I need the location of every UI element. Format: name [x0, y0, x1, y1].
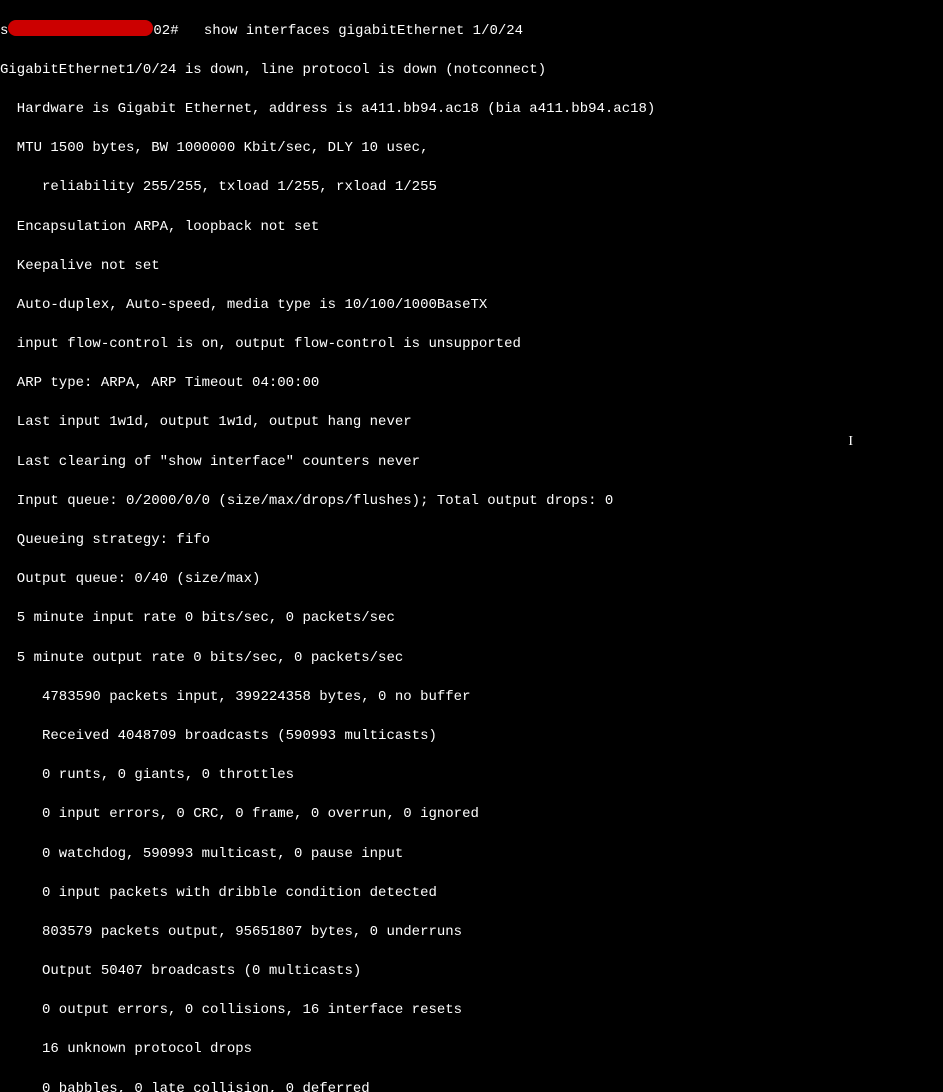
output-line: 0 babbles, 0 late collision, 0 deferred [0, 1080, 943, 1092]
output-line: 803579 packets output, 95651807 bytes, 0… [0, 923, 943, 943]
command-text: show interfaces gigabitEthernet 1/0/24 [179, 23, 523, 39]
output-line: 0 input packets with dribble condition d… [0, 884, 943, 904]
output-line: Auto-duplex, Auto-speed, media type is 1… [0, 296, 943, 316]
text-cursor-icon: I [848, 432, 853, 452]
output-line: Encapsulation ARPA, loopback not set [0, 218, 943, 238]
output-line: 5 minute input rate 0 bits/sec, 0 packet… [0, 609, 943, 629]
prompt-suffix: 02# [153, 23, 178, 39]
output-line: GigabitEthernet1/0/24 is down, line prot… [0, 61, 943, 81]
output-line: 0 runts, 0 giants, 0 throttles [0, 766, 943, 786]
output-line: Keepalive not set [0, 257, 943, 277]
output-line: Input queue: 0/2000/0/0 (size/max/drops/… [0, 492, 943, 512]
output-line: 16 unknown protocol drops [0, 1040, 943, 1060]
prompt-prefix: s [0, 23, 8, 39]
output-line: 4783590 packets input, 399224358 bytes, … [0, 688, 943, 708]
output-line: reliability 255/255, txload 1/255, rxloa… [0, 178, 943, 198]
output-line: MTU 1500 bytes, BW 1000000 Kbit/sec, DLY… [0, 139, 943, 159]
terminal-output[interactable]: s 02# show interfaces gigabitEthernet 1/0… [0, 2, 943, 1092]
redacted-hostname [8, 20, 153, 36]
output-line: Hardware is Gigabit Ethernet, address is… [0, 100, 943, 120]
output-line: Output queue: 0/40 (size/max) [0, 570, 943, 590]
output-line: Queueing strategy: fifo [0, 531, 943, 551]
output-line: Received 4048709 broadcasts (590993 mult… [0, 727, 943, 747]
output-line: input flow-control is on, output flow-co… [0, 335, 943, 355]
output-line: Last clearing of "show interface" counte… [0, 453, 943, 473]
output-line: 0 watchdog, 590993 multicast, 0 pause in… [0, 845, 943, 865]
output-line: Last input 1w1d, output 1w1d, output han… [0, 413, 943, 433]
output-line: ARP type: ARPA, ARP Timeout 04:00:00 [0, 374, 943, 394]
output-line: 5 minute output rate 0 bits/sec, 0 packe… [0, 649, 943, 669]
command-line: s 02# show interfaces gigabitEthernet 1/0… [0, 22, 943, 42]
output-line: Output 50407 broadcasts (0 multicasts) [0, 962, 943, 982]
output-line: 0 input errors, 0 CRC, 0 frame, 0 overru… [0, 805, 943, 825]
output-line: 0 output errors, 0 collisions, 16 interf… [0, 1001, 943, 1021]
